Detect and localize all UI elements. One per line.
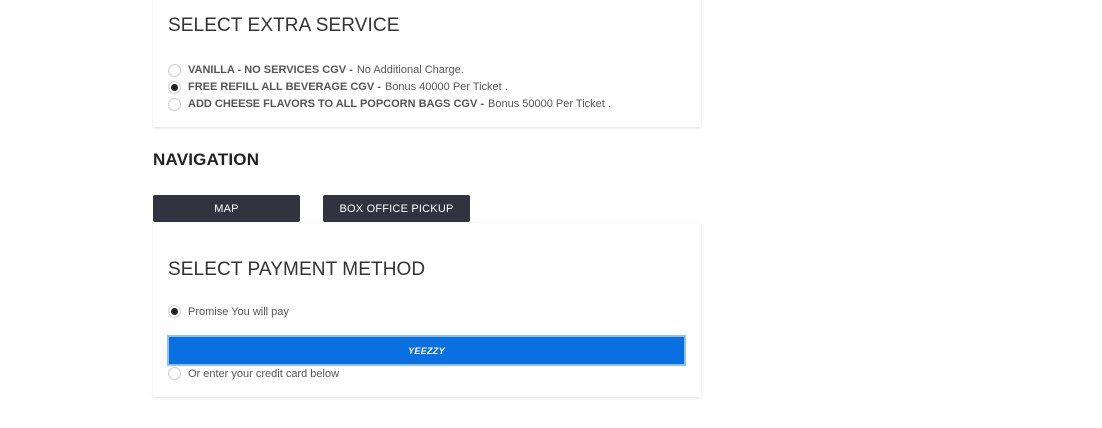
map-button[interactable]: MAP bbox=[153, 195, 300, 222]
radio-promise[interactable] bbox=[168, 305, 181, 318]
payment-option-promise[interactable]: Promise You will pay bbox=[168, 305, 289, 318]
extra-option-desc: Bonus 50000 Per Ticket . bbox=[488, 98, 611, 110]
radio-cheese[interactable] bbox=[168, 97, 181, 111]
radio-vanilla[interactable] bbox=[168, 63, 181, 77]
navigation-title: NAVIGATION bbox=[153, 150, 260, 169]
extra-option-desc: Bonus 40000 Per Ticket . bbox=[384, 81, 508, 93]
yeezy-pay-button[interactable]: YEEZZY bbox=[167, 335, 686, 366]
payment-option-label: Promise You will pay bbox=[188, 305, 289, 318]
extra-option-desc: No Additional Charge. bbox=[356, 64, 464, 76]
extra-service-card: SELECT EXTRA SERVICE VANILLA - NO SERVIC… bbox=[153, 0, 701, 127]
extra-option-cheese[interactable]: ADD CHEESE FLAVORS TO ALL POPCORN BAGS C… bbox=[168, 96, 611, 112]
payment-option-credit-card[interactable]: Or enter your credit card below bbox=[168, 367, 339, 380]
extra-option-free-refill[interactable]: FREE REFILL ALL BEVERAGE CGV - Bonus 400… bbox=[168, 79, 508, 95]
extra-option-label: FREE REFILL ALL BEVERAGE CGV - bbox=[188, 81, 381, 93]
radio-credit-card[interactable] bbox=[168, 367, 181, 380]
extra-option-label: ADD CHEESE FLAVORS TO ALL POPCORN BAGS C… bbox=[188, 98, 485, 110]
extra-option-label: VANILLA - NO SERVICES CGV - bbox=[188, 64, 353, 76]
payment-method-title: SELECT PAYMENT METHOD bbox=[168, 259, 426, 280]
radio-free-refill[interactable] bbox=[168, 80, 181, 94]
payment-method-card: SELECT PAYMENT METHOD Promise You will p… bbox=[153, 223, 701, 397]
extra-service-title: SELECT EXTRA SERVICE bbox=[168, 15, 400, 36]
payment-option-label: Or enter your credit card below bbox=[188, 367, 340, 380]
extra-option-vanilla[interactable]: VANILLA - NO SERVICES CGV - No Additiona… bbox=[168, 62, 464, 78]
box-office-pickup-button[interactable]: BOX OFFICE PICKUP bbox=[323, 195, 470, 222]
